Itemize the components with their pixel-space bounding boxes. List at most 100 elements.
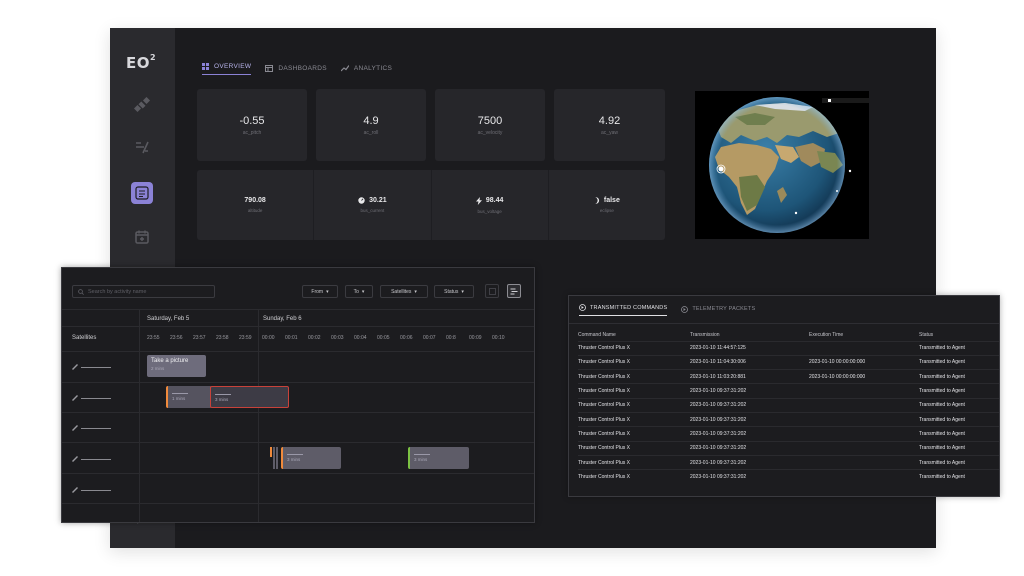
divider xyxy=(62,351,534,352)
satellite-row-label[interactable] xyxy=(72,395,111,401)
table-row[interactable]: Thruster Control Plus X 2023-01-10 11:03:… xyxy=(578,369,999,384)
calendar-view-button[interactable] xyxy=(485,284,499,298)
execution-time-cell xyxy=(809,397,919,413)
status-cell: Transmitted to Agent xyxy=(919,340,999,356)
satellite-icon[interactable] xyxy=(131,94,153,116)
activity-title-placeholder xyxy=(414,454,430,455)
transmission-cell: 2023-01-10 09:37:31:202 xyxy=(690,440,809,456)
stat-value: -0.55 xyxy=(239,114,265,127)
stat-label: altitude xyxy=(247,208,263,213)
filter-to[interactable]: To ▾ xyxy=(345,285,373,298)
satellite-row-label[interactable] xyxy=(72,456,111,462)
stat-card: 7500 ac_velocity xyxy=(435,89,545,161)
table-row[interactable]: Thruster Control Plus X 2023-01-10 09:37:… xyxy=(578,440,999,456)
command-name-cell: Thruster Control Plus X xyxy=(578,369,690,384)
calendar-add-icon[interactable] xyxy=(131,226,153,248)
table-row[interactable]: Thruster Control Plus X 2023-01-10 09:37:… xyxy=(578,383,999,399)
stat-cell: 790.08 altitude xyxy=(197,170,315,240)
stat-cell: false eclipse xyxy=(549,170,665,240)
satellite-icon xyxy=(72,487,78,493)
chevron-down-icon: ▾ xyxy=(461,288,464,295)
tab-dashboards[interactable]: DASHBOARDS xyxy=(265,61,327,75)
transmission-cell: 2023-01-10 09:37:31:202 xyxy=(690,383,809,399)
tab-overview[interactable]: OVERVIEW xyxy=(202,61,252,75)
activity-marker[interactable] xyxy=(273,447,275,469)
activity-title-placeholder xyxy=(287,454,303,455)
status-cell: Transmitted to Agent xyxy=(919,383,999,399)
column-header: Status xyxy=(919,331,934,338)
activity-block[interactable]: 3 mins xyxy=(408,447,469,469)
activity-block[interactable]: 3 mins xyxy=(281,447,341,469)
satellite-row-label[interactable] xyxy=(72,364,111,370)
filter-label: To xyxy=(353,288,359,295)
app-logo[interactable]: EO2 xyxy=(126,53,156,72)
activity-block[interactable]: 3 mins xyxy=(210,386,289,408)
time-tick: 23:58 xyxy=(216,335,229,341)
time-tick: 23:57 xyxy=(193,335,206,341)
status-cell: Transmitted to Agent xyxy=(919,440,999,456)
telemetry-icon xyxy=(681,305,689,313)
day-header: Saturday, Feb 5 xyxy=(147,316,190,322)
tab-telemetry-packets[interactable]: TELEMETRY PACKETS xyxy=(681,302,755,316)
transmission-cell: 2023-01-10 09:37:31:202 xyxy=(690,469,809,484)
activity-timeline-window: Search by activity name From ▾ To ▾ Satell… xyxy=(61,267,535,523)
table-row[interactable]: Thruster Control Plus X 2023-01-10 09:37:… xyxy=(578,454,999,470)
activity-block[interactable]: Take a picture 2 mins xyxy=(147,355,206,377)
table-row[interactable]: Thruster Control Plus X 2023-01-10 11:44:… xyxy=(578,340,999,356)
stat-label: ac_roll xyxy=(363,129,379,136)
activity-marker[interactable] xyxy=(270,447,272,457)
divider xyxy=(569,323,999,324)
divider xyxy=(62,473,534,474)
list-icon[interactable] xyxy=(131,182,153,204)
status-cell: Transmitted to Agent xyxy=(919,426,999,442)
stat-label: eclipse xyxy=(599,208,614,213)
day-header: Sunday, Feb 6 xyxy=(263,316,302,322)
table-row[interactable]: Thruster Control Plus X 2023-01-10 09:37:… xyxy=(578,426,999,442)
activity-marker[interactable] xyxy=(276,447,278,469)
filter-from[interactable]: From ▾ xyxy=(302,285,338,298)
stat-label: ac_yaw xyxy=(601,129,618,136)
time-tick: 00:06 xyxy=(400,335,413,341)
tab-label: DASHBOARDS xyxy=(278,64,327,72)
satellite-row-label[interactable] xyxy=(72,487,111,493)
stat-card: -0.55 ac_pitch xyxy=(197,89,307,161)
command-name-cell: Thruster Control Plus X xyxy=(578,469,690,484)
time-tick: 23:55 xyxy=(147,335,160,341)
tab-transmitted-commands[interactable]: TRANSMITTED COMMANDS xyxy=(579,302,668,316)
activity-block[interactable]: 1 mins xyxy=(166,386,212,408)
transmission-cell: 2023-01-10 09:37:31:202 xyxy=(690,397,809,413)
view-tabs: OVERVIEW DASHBOARDS ANALYTICS xyxy=(202,61,392,75)
transmission-cell: 2023-01-10 11:44:57:125 xyxy=(690,340,809,356)
divider xyxy=(62,412,534,413)
page: EO2 OVERVIEW DASHBOARDS ANALYTICS -0.55 … xyxy=(0,0,1024,576)
tab-analytics[interactable]: ANALYTICS xyxy=(340,61,392,75)
table-row[interactable]: Thruster Control Plus X 2023-01-10 09:37:… xyxy=(578,469,999,484)
command-name-cell: Thruster Control Plus X xyxy=(578,340,690,356)
table-row[interactable]: Thruster Control Plus X 2023-01-10 09:37:… xyxy=(578,397,999,413)
activity-duration: 2 mins xyxy=(151,366,165,371)
status-cell: Transmitted to Agent xyxy=(919,397,999,413)
command-name-cell: Thruster Control Plus X xyxy=(578,454,690,470)
table-row[interactable]: Thruster Control Plus X 2023-01-10 11:04:… xyxy=(578,354,999,370)
divider xyxy=(62,382,534,383)
filter-status[interactable]: Status ▾ xyxy=(434,285,474,298)
time-tick: 00:10 xyxy=(492,335,505,341)
filter-satellites[interactable]: Satellites ▾ xyxy=(380,285,428,298)
time-tick: 00:03 xyxy=(331,335,344,341)
activity-title-placeholder xyxy=(172,393,188,394)
timeline-view-button[interactable] xyxy=(507,284,521,298)
chevron-down-icon: ▾ xyxy=(414,288,417,295)
table-header-row: Command Name Transmission Execution Time… xyxy=(578,329,999,341)
search-placeholder: Search by activity name xyxy=(88,288,147,295)
satellite-icon xyxy=(72,456,78,462)
route-icon[interactable] xyxy=(131,136,153,158)
search-input[interactable]: Search by activity name xyxy=(72,285,215,298)
transmission-cell: 2023-01-10 11:03:20:881 xyxy=(690,369,809,384)
activity-duration: 3 mins xyxy=(414,457,428,462)
satellite-name-placeholder xyxy=(81,458,111,460)
table-row[interactable]: Thruster Control Plus X 2023-01-10 09:37:… xyxy=(578,411,999,427)
satellite-row-label[interactable] xyxy=(72,425,111,431)
time-tick: 00:01 xyxy=(285,335,298,341)
transmission-cell: 2023-01-10 09:37:31:202 xyxy=(690,426,809,442)
earth-globe-view[interactable] xyxy=(695,91,869,239)
